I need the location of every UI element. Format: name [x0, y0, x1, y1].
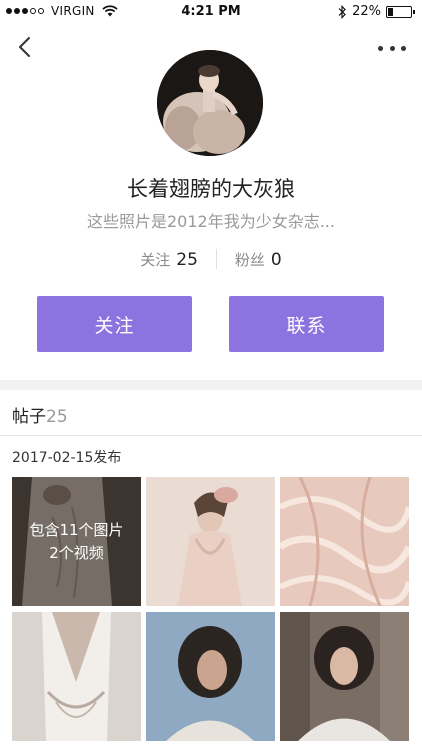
avatar-photo	[157, 50, 263, 156]
overlay-images-text: 包含11个图片	[29, 520, 124, 539]
profile-stats: 关注 25 粉丝 0	[0, 247, 422, 271]
photo-tile[interactable]	[280, 477, 409, 606]
profile-name: 长着翅膀的大灰狼	[127, 177, 295, 201]
media-count-overlay: 包含11个图片 2个视频	[12, 477, 141, 606]
following-count: 25	[176, 249, 198, 270]
battery-percent: 22%	[352, 4, 381, 19]
lace-detail-photo	[280, 477, 409, 606]
photo-tile[interactable]: 包含11个图片 2个视频	[12, 477, 141, 606]
more-dot-icon	[389, 45, 395, 51]
following-stat[interactable]: 关注 25	[122, 249, 216, 270]
more-dot-icon	[401, 45, 406, 51]
bluetooth-icon	[338, 4, 346, 19]
photo-tile[interactable]	[12, 612, 141, 741]
more-options-button[interactable]	[378, 38, 406, 58]
back-chevron-icon[interactable]	[16, 36, 36, 58]
photo-tile[interactable]	[146, 612, 275, 741]
following-label: 关注	[140, 250, 171, 269]
status-bar: VIRGIN 4:21 PM 22%	[0, 0, 422, 24]
bride-photo	[146, 477, 275, 606]
posts-title: 帖子	[12, 407, 46, 427]
followers-count: 0	[270, 249, 282, 270]
overlay-videos-text: 2个视频	[49, 543, 104, 562]
post-date: 2017-02-15发布	[12, 450, 122, 466]
posts-divider	[0, 435, 422, 436]
battery-icon	[386, 5, 415, 18]
avatar[interactable]	[157, 50, 263, 156]
posts-count: 25	[46, 407, 68, 427]
photo-tile[interactable]	[280, 612, 409, 741]
followers-stat[interactable]: 粉丝 0	[217, 249, 300, 270]
status-right: 22%	[338, 4, 415, 19]
more-dot-icon	[378, 45, 383, 51]
portrait-photo	[280, 612, 409, 741]
follow-button[interactable]: 关注	[37, 296, 192, 352]
section-divider	[0, 380, 422, 390]
followers-label: 粉丝	[234, 250, 265, 269]
portrait-photo	[146, 612, 275, 741]
gown-back-photo	[12, 612, 141, 741]
contact-button[interactable]: 联系	[229, 296, 384, 352]
posts-header: 帖子 25	[12, 402, 68, 427]
profile-bio: 这些照片是2012年我为少女杂志...	[87, 212, 335, 231]
photo-tile[interactable]	[146, 477, 275, 606]
